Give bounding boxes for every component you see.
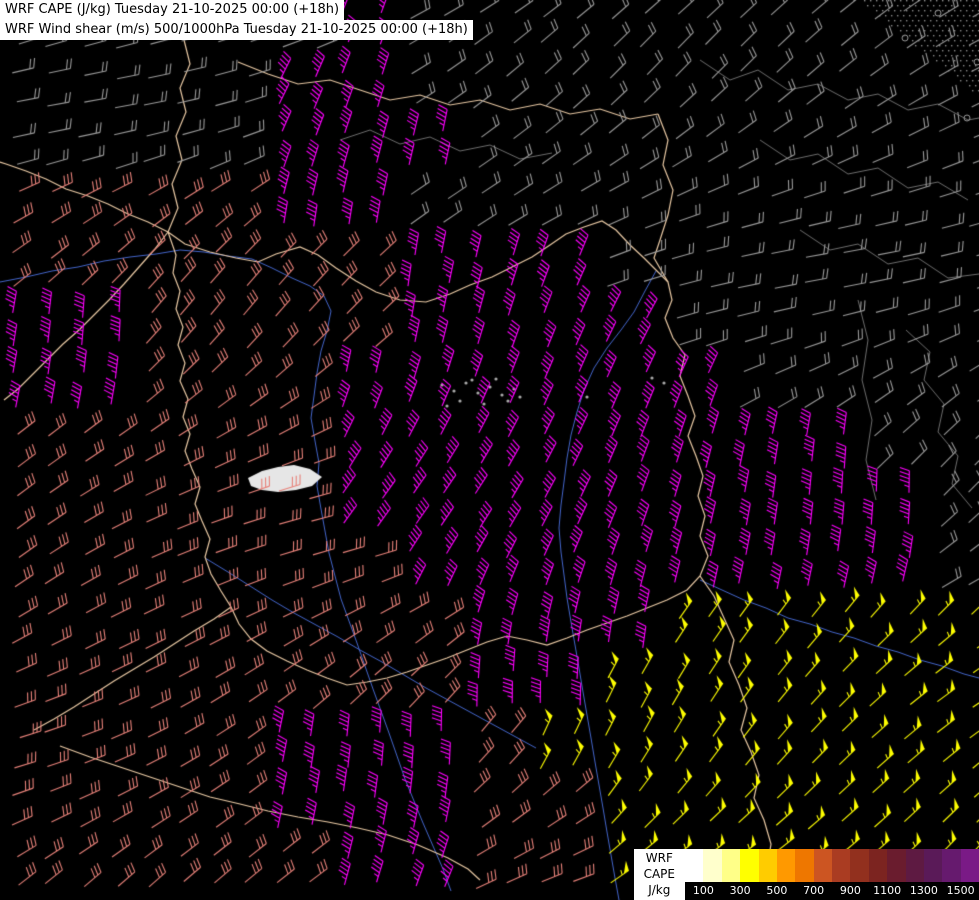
legend-swatch — [850, 849, 869, 882]
weather-map-canvas — [0, 0, 979, 900]
legend-swatch — [868, 849, 888, 882]
legend-tick-label: 1500 — [946, 884, 975, 897]
legend-swatch — [758, 849, 777, 882]
legend-swatch — [832, 849, 851, 882]
title-cape: WRF CAPE (J/kg) Tuesday 21-10-2025 00:00… — [0, 0, 345, 20]
legend-colorbar — [685, 849, 979, 882]
legend-swatch — [960, 849, 979, 882]
legend-tick-label: 1300 — [909, 884, 938, 897]
legend-tick-label: 1100 — [873, 884, 902, 897]
legend-swatch — [942, 849, 961, 882]
legend-swatch — [703, 849, 722, 882]
weather-map-stage: WRF CAPE (J/kg) Tuesday 21-10-2025 00:00… — [0, 0, 979, 900]
map-titles: WRF CAPE (J/kg) Tuesday 21-10-2025 00:00… — [0, 0, 473, 40]
legend-param-label: CAPE — [643, 867, 675, 881]
legend-unit-label: J/kg — [648, 883, 671, 897]
legend-swatch — [813, 849, 832, 882]
title-wind-shear: WRF Wind shear (m/s) 500/1000hPa Tuesday… — [0, 20, 473, 40]
legend-swatch — [740, 849, 759, 882]
legend-tick-label: 300 — [729, 884, 751, 897]
legend-swatch — [887, 849, 906, 882]
legend-labels: WRF CAPE J/kg — [633, 849, 685, 900]
legend-tick-label: 500 — [766, 884, 788, 897]
legend-tick-label: 100 — [692, 884, 714, 897]
legend-swatch — [905, 849, 924, 882]
legend-swatch — [685, 849, 704, 882]
cape-legend: WRF CAPE J/kg 100 300 500 700 900 1100 1300 150… — [633, 849, 979, 900]
legend-tick-label: 900 — [839, 884, 861, 897]
legend-swatch — [795, 849, 814, 882]
legend-swatch — [721, 849, 741, 882]
legend-ticks: 100 300 500 700 900 1100 1300 1500 — [685, 882, 979, 900]
legend-swatch — [923, 849, 943, 882]
legend-bar-wrap: 100 300 500 700 900 1100 1300 1500 — [685, 849, 979, 900]
legend-model-label: WRF — [645, 851, 673, 865]
legend-tick-label: 700 — [803, 884, 825, 897]
legend-swatch — [776, 849, 796, 882]
